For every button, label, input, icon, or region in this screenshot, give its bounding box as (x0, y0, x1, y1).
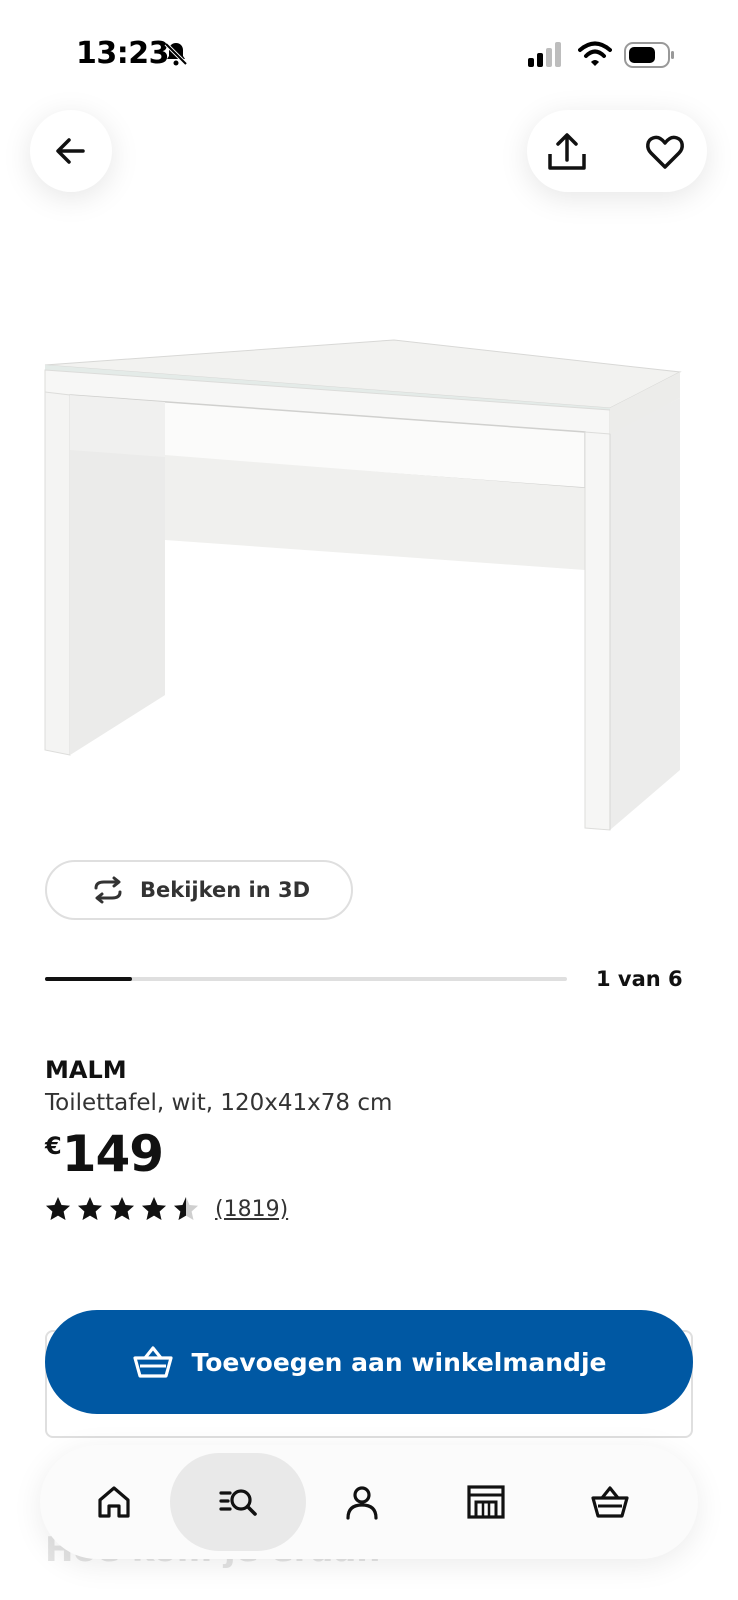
rating-stars (45, 1196, 199, 1222)
nav-cart[interactable] (542, 1453, 678, 1551)
back-button[interactable] (30, 110, 112, 192)
nav-home[interactable] (46, 1453, 182, 1551)
wifi-icon (578, 41, 612, 66)
carousel-progress (45, 977, 567, 981)
star-icon (174, 1197, 198, 1220)
arrow-left-icon (56, 138, 85, 164)
add-to-cart-button[interactable]: Toevoegen aan winkelmandje (45, 1310, 693, 1414)
person-icon (346, 1486, 378, 1520)
product-description: Toilettafel, wit, 120x41x78 cm (45, 1090, 393, 1116)
product-price: € 149 (45, 1125, 164, 1183)
view-3d-button[interactable]: Bekijken in 3D (45, 860, 353, 920)
nav-search[interactable] (170, 1453, 306, 1551)
review-count-link[interactable]: (1819) (215, 1197, 288, 1222)
nav-stores[interactable] (418, 1453, 554, 1551)
store-icon (467, 1485, 505, 1519)
basket-icon (591, 1486, 629, 1518)
carousel-progress-fill (45, 977, 133, 981)
price-currency: € (45, 1132, 62, 1160)
battery-icon (624, 42, 674, 68)
product-rating[interactable]: (1819) (45, 1196, 288, 1222)
status-time: 13:23 (76, 36, 170, 71)
add-to-cart-label: Toevoegen aan winkelmandje (191, 1347, 607, 1377)
home-icon (98, 1486, 130, 1518)
star-icon (46, 1197, 70, 1220)
status-bar: 13:23 (0, 0, 738, 100)
star-icon (78, 1197, 102, 1220)
star-icon (142, 1197, 166, 1220)
bell-slash-icon (164, 42, 188, 66)
bottom-nav (40, 1445, 698, 1559)
share-icon[interactable] (545, 130, 589, 174)
search-list-icon (219, 1489, 257, 1516)
carousel-counter: 1 van 6 (596, 967, 683, 991)
product-name: MALM (45, 1056, 127, 1084)
product-image[interactable] (40, 330, 700, 850)
top-action-group (527, 110, 707, 192)
basket-icon (132, 1346, 173, 1378)
star-icon (110, 1197, 134, 1220)
view-3d-label: Bekijken in 3D (139, 878, 311, 902)
nav-account[interactable] (294, 1453, 430, 1551)
rotate-3d-icon (94, 876, 122, 904)
price-amount: 149 (61, 1125, 164, 1183)
heart-icon[interactable] (645, 132, 685, 172)
signal-icon (528, 42, 561, 67)
